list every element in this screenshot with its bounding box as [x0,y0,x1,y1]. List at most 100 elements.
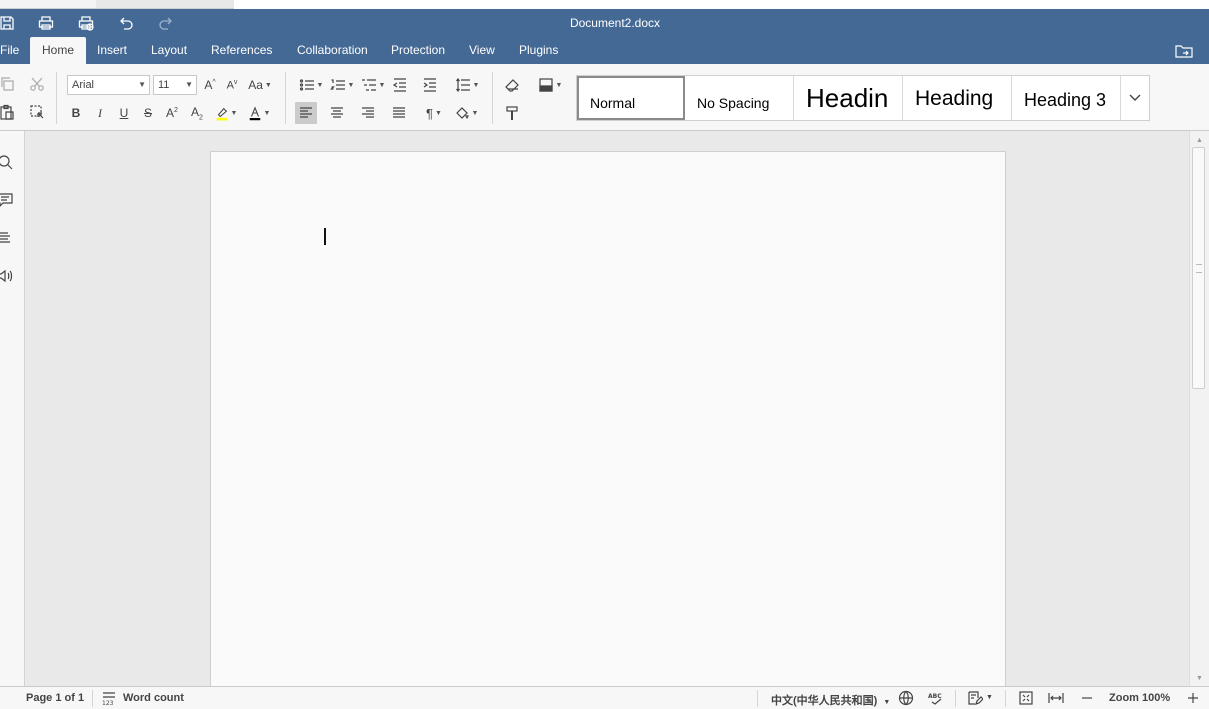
browser-tab-active[interactable] [0,0,96,9]
tab-protection[interactable]: Protection [379,37,457,64]
track-changes-icon[interactable] [967,690,984,706]
save-icon[interactable] [0,13,18,33]
style-label: Headin [806,83,889,113]
paragraph-shading-icon[interactable]: ▼ [451,102,481,124]
strikethrough-icon[interactable]: S [137,102,159,124]
chevron-down-icon[interactable]: ▼ [986,694,993,701]
chevron-down-icon: ▼ [883,699,891,706]
title-bar: Document2.docx [0,9,1209,37]
page-number[interactable]: Page 1 of 1 [26,692,84,704]
left-panel [0,131,25,686]
clear-style-icon[interactable] [501,74,523,96]
chevron-down-icon: ▼ [185,80,193,89]
search-icon[interactable] [0,154,13,170]
paste-icon[interactable] [0,101,18,123]
font-color-icon[interactable]: ▼ [244,102,274,124]
quick-print-icon[interactable] [75,13,97,33]
copy-icon[interactable] [0,73,18,95]
svg-text:ABC: ABC [928,693,942,700]
highlight-color-icon[interactable]: ▼ [211,102,241,124]
text-cursor [324,228,326,245]
tab-references[interactable]: References [199,37,284,64]
nonprinting-characters-icon[interactable]: ¶ ▼ [420,102,448,124]
tab-file[interactable]: File [0,37,31,64]
open-file-location-icon[interactable] [1175,43,1193,59]
home-toolbar: Arial ▼ 11 ▼ A^ Av Aa ▼ B I U S A2 A2 ▼ ▼… [0,64,1209,131]
scroll-up-icon[interactable]: ▲ [1193,134,1206,146]
style-normal[interactable]: Normal [577,76,685,120]
format-painter-icon[interactable] [501,102,523,124]
style-heading-3[interactable]: Heading 3 [1012,76,1121,120]
chevron-down-icon [1129,94,1141,101]
italic-icon[interactable]: I [89,102,111,124]
increase-font-size-icon[interactable]: A^ [199,74,221,96]
line-spacing-icon[interactable]: ▼ [452,74,482,96]
navigation-icon[interactable] [0,230,13,246]
subscript-icon[interactable]: A2 [186,102,208,124]
copy-style-color-icon[interactable]: ▼ [535,74,565,96]
style-gallery-expand-button[interactable] [1120,76,1149,120]
style-label: No Spacing [697,95,770,111]
speech-icon[interactable] [0,268,13,284]
grip-icon [1196,264,1202,273]
tab-view[interactable]: View [457,37,507,64]
align-center-icon[interactable] [326,102,348,124]
bullets-icon[interactable]: ▼ [297,74,325,96]
language-selector[interactable]: 中文(中华人民共和国) ▼ [771,692,890,708]
document-title: Document2.docx [569,16,661,30]
style-gallery: Normal No Spacing Headin Heading Heading… [576,75,1150,121]
statusbar-separator [92,690,93,707]
zoom-in-icon[interactable] [1185,690,1201,706]
chevron-down-icon: ▼ [138,80,146,89]
superscript-icon[interactable]: A2 [161,102,183,124]
decrease-font-size-icon[interactable]: Av [221,74,243,96]
bold-icon[interactable]: B [65,102,87,124]
scroll-thumb[interactable] [1192,147,1205,389]
align-right-icon[interactable] [357,102,379,124]
vertical-scrollbar[interactable]: ▲ ▼ [1189,131,1209,686]
font-size-combo[interactable]: 11 ▼ [153,75,197,95]
underline-icon[interactable]: U [113,102,135,124]
document-canvas[interactable] [26,131,1189,686]
cut-icon[interactable] [26,73,48,95]
statusbar-separator [955,690,956,707]
language-value: 中文(中华人民共和国) [771,695,878,707]
spell-check-icon[interactable]: ABC [928,690,944,706]
globe-icon[interactable] [898,690,914,706]
tab-insert[interactable]: Insert [85,37,139,64]
redo-icon[interactable] [155,13,177,33]
document-page[interactable] [210,151,1006,686]
scroll-down-icon[interactable]: ▼ [1193,672,1206,684]
fit-width-icon[interactable] [1048,690,1064,706]
zoom-level[interactable]: Zoom 100% [1109,692,1170,704]
decrease-indent-icon[interactable] [389,74,411,96]
multilevel-list-icon[interactable]: ▼ [359,74,387,96]
align-left-icon[interactable] [295,102,317,124]
style-no-spacing[interactable]: No Spacing [685,76,794,120]
change-case-icon[interactable]: Aa ▼ [246,74,274,96]
numbering-icon[interactable]: ▼ [328,74,356,96]
toolbar-separator [492,72,493,124]
style-heading-1[interactable]: Headin [794,76,903,120]
tab-layout[interactable]: Layout [139,37,199,64]
undo-icon[interactable] [115,13,137,33]
tab-plugins[interactable]: Plugins [507,37,570,64]
style-label: Heading 3 [1024,90,1107,110]
tab-home[interactable]: Home [30,37,87,64]
style-heading-2[interactable]: Heading [903,76,1012,120]
toolbar-separator [56,72,57,124]
zoom-out-icon[interactable] [1079,690,1095,706]
menu-bar: File Home Insert Layout References Colla… [0,37,1209,64]
select-all-icon[interactable] [26,101,48,123]
print-icon[interactable] [35,13,57,33]
font-name-combo[interactable]: Arial ▼ [67,75,150,95]
tab-collaboration[interactable]: Collaboration [285,37,380,64]
word-count-button[interactable]: Word count [123,692,184,704]
fit-page-icon[interactable] [1018,690,1034,706]
justify-icon[interactable] [388,102,410,124]
style-label: Heading [915,87,994,110]
statusbar-separator [1005,690,1006,707]
comments-icon[interactable] [0,192,13,208]
increase-indent-icon[interactable] [419,74,441,96]
statusbar-separator [757,690,758,707]
